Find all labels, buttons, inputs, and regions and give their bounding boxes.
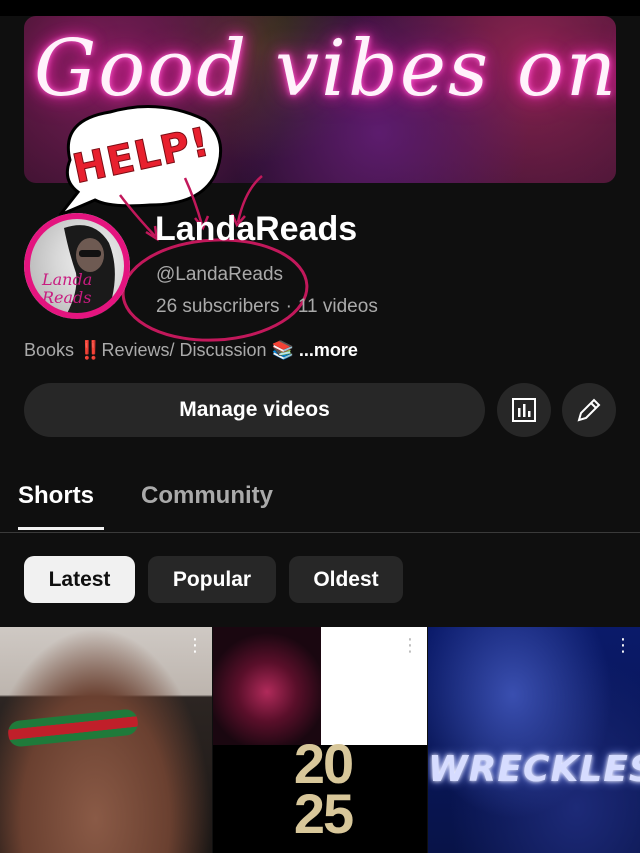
channel-handle: @LandaReads: [156, 264, 284, 285]
chip-popular[interactable]: Popular: [148, 556, 276, 603]
manage-videos-button[interactable]: Manage videos: [24, 383, 485, 437]
tab-shorts[interactable]: Shorts: [18, 482, 94, 510]
banner-neon-text: Good vibes only: [34, 24, 616, 114]
more-options-icon[interactable]: ⋮: [614, 636, 632, 661]
chip-oldest[interactable]: Oldest: [289, 556, 403, 603]
description-text: Books ‼️Reviews/ Discussion 📚: [24, 340, 294, 360]
analytics-button[interactable]: [497, 383, 551, 437]
subscriber-count: 26 subscribers: [156, 296, 280, 317]
channel-name: LandaReads: [155, 210, 358, 248]
highlight-circle: [121, 238, 309, 342]
active-tab-indicator: [18, 527, 104, 530]
stats-separator: ·: [285, 296, 292, 317]
fireworks-image: [213, 627, 321, 745]
year-text: 20 25: [273, 736, 373, 845]
tab-community[interactable]: Community: [141, 482, 273, 510]
video-count: 11 videos: [297, 296, 378, 317]
avatar[interactable]: Landa Reads: [24, 213, 130, 319]
status-bar: [0, 0, 640, 16]
thumbnail-image-detail: [6, 708, 140, 748]
channel-tabs: Shorts Community: [0, 470, 640, 533]
more-options-icon[interactable]: ⋮: [186, 636, 204, 661]
year-bottom: 25: [293, 782, 354, 845]
thumbnail-title-text: WRECKLESS: [428, 749, 640, 790]
more-options-icon[interactable]: ⋮: [401, 636, 419, 661]
short-thumbnail[interactable]: WRECKLESS ⋮: [428, 627, 640, 853]
short-thumbnail[interactable]: ⋮: [0, 627, 212, 853]
channel-stats: 26 subscribers · 11 videos: [156, 296, 378, 318]
avatar-ring: [24, 213, 130, 319]
channel-description[interactable]: Books ‼️Reviews/ Discussion 📚 ...more: [24, 340, 358, 361]
chip-latest[interactable]: Latest: [24, 556, 135, 603]
short-thumbnail[interactable]: 20 25 ⋮: [213, 627, 427, 853]
analytics-icon: [512, 398, 536, 422]
pencil-icon: [577, 398, 601, 422]
edit-channel-button[interactable]: [562, 383, 616, 437]
shorts-grid: ⋮ 20 25 ⋮ WRECKLESS ⋮: [0, 627, 640, 853]
more-link[interactable]: ...more: [299, 340, 358, 360]
